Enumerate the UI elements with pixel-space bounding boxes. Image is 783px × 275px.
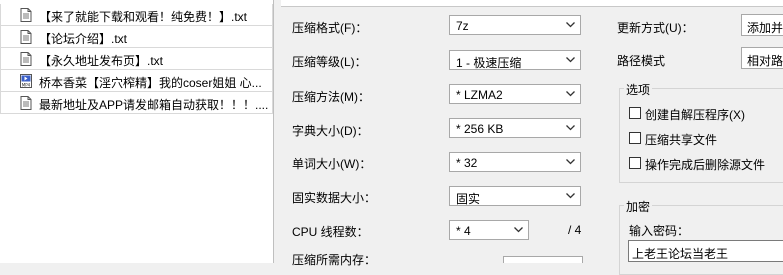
format-value: 7z <box>456 19 469 33</box>
file-name: 【永久地址发布页】.txt <box>39 54 164 68</box>
update-value: 添加并 <box>747 21 783 35</box>
shared-files-checkbox[interactable] <box>629 132 641 144</box>
delete-source-label: 操作完成后删除源文件 <box>645 158 766 172</box>
top-edge <box>281 0 783 7</box>
password-label: 输入密码： <box>629 224 690 238</box>
solid-value: 固实 <box>456 192 481 206</box>
file-row[interactable]: 【来了就能下载和观看！纯免费！】.txt <box>0 4 273 26</box>
sfx-checkbox[interactable] <box>629 107 641 119</box>
level-label: 压缩等级(L)： <box>292 55 367 69</box>
password-input[interactable]: 上老王论坛当老王 <box>628 240 783 262</box>
chevron-down-icon <box>514 227 523 233</box>
file-list: 【来了就能下载和观看！纯免费！】.txt 【论坛介绍】.txt 【永久地址发布页… <box>0 0 273 263</box>
shared-files-label: 压缩共享文件 <box>645 133 718 147</box>
svg-text:MP4: MP4 <box>22 83 31 88</box>
cpu-select[interactable]: * 4 <box>449 220 529 240</box>
options-title: 选项 <box>624 81 653 98</box>
method-label: 压缩方法(M)： <box>292 90 370 104</box>
word-select[interactable]: * 32 <box>449 152 581 172</box>
file-row[interactable]: 【永久地址发布页】.txt <box>0 48 273 70</box>
level-select[interactable]: 1 - 极速压缩 <box>449 50 581 70</box>
format-label: 压缩格式(F)： <box>292 21 368 35</box>
path-label: 路径模式 <box>617 54 666 68</box>
memory-label: 压缩所需内存： <box>292 253 377 267</box>
level-value: 1 - 极速压缩 <box>456 56 522 70</box>
file-row[interactable]: 最新地址及APP请发邮箱自动获取！！！.... <box>0 92 273 114</box>
memory-value-box <box>503 256 583 263</box>
path-value: 相对路 <box>747 54 783 68</box>
chevron-down-icon <box>566 57 575 63</box>
chevron-down-icon <box>566 91 575 97</box>
text-file-icon <box>20 30 32 44</box>
path-select[interactable]: 相对路 <box>741 47 783 69</box>
encryption-title: 加密 <box>624 198 653 215</box>
cpu-max: / 4 <box>568 223 582 237</box>
sfx-label: 创建自解压程序(X) <box>645 108 745 122</box>
cpu-value: * 4 <box>456 224 471 238</box>
chevron-down-icon <box>566 159 575 165</box>
update-label: 更新方式(U)： <box>617 21 694 35</box>
text-file-icon <box>20 52 32 66</box>
chevron-down-icon <box>566 22 575 28</box>
dict-label: 字典大小(D)： <box>292 124 369 138</box>
update-select[interactable]: 添加并 <box>741 14 783 36</box>
file-row[interactable]: MP4 桥本香菜【淫穴榨精】我的coser姐姐 心... <box>0 70 273 92</box>
delete-source-checkbox[interactable] <box>629 157 641 169</box>
password-value: 上老王论坛当老王 <box>632 247 729 261</box>
file-name: 最新地址及APP请发邮箱自动获取！！！.... <box>39 98 269 112</box>
chevron-down-icon <box>566 193 575 199</box>
word-label: 单词大小(W)： <box>292 157 372 171</box>
word-value: * 32 <box>456 156 478 170</box>
file-name: 【来了就能下载和观看！纯免费！】.txt <box>39 10 248 24</box>
solid-label: 固实数据大小： <box>292 191 377 205</box>
solid-select[interactable]: 固实 <box>449 186 581 206</box>
format-select[interactable]: 7z <box>449 15 581 35</box>
dict-value: * 256 KB <box>456 122 504 136</box>
text-file-icon <box>20 96 32 110</box>
file-name: 桥本香菜【淫穴榨精】我的coser姐姐 心... <box>39 76 262 90</box>
method-select[interactable]: * LZMA2 <box>449 84 581 104</box>
method-value: * LZMA2 <box>456 88 503 102</box>
cpu-label: CPU 线程数： <box>292 225 369 239</box>
file-row[interactable]: 【论坛介绍】.txt <box>0 26 273 48</box>
text-file-icon <box>20 8 32 22</box>
mp4-file-icon: MP4 <box>20 74 32 88</box>
file-name: 【论坛介绍】.txt <box>39 32 128 46</box>
splitter[interactable] <box>273 0 274 263</box>
chevron-down-icon <box>566 125 575 131</box>
dict-select[interactable]: * 256 KB <box>449 118 581 138</box>
